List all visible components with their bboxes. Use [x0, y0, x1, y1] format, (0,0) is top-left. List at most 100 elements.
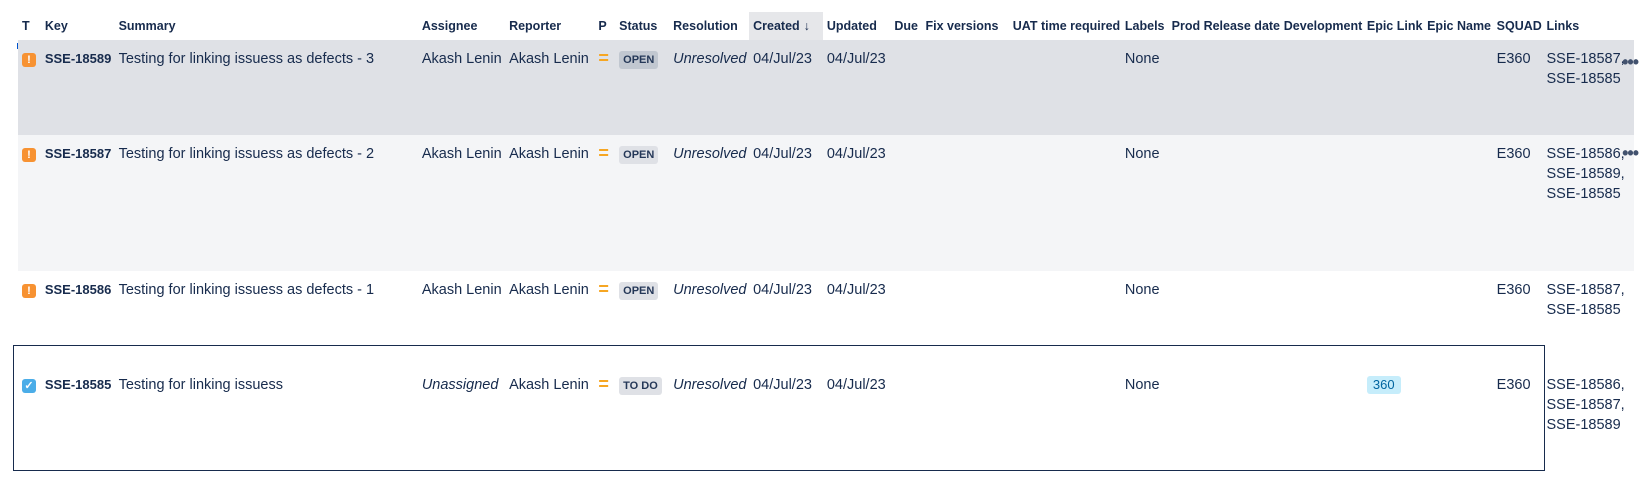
col-header-key[interactable]: Key: [41, 12, 115, 40]
development-cell: [1279, 366, 1363, 479]
links-cell[interactable]: SSE-18586, SSE-18587, SSE-18589: [1542, 366, 1634, 479]
labels-cell: None: [1120, 271, 1168, 366]
issue-key-link[interactable]: SSE-18585: [40, 366, 115, 479]
col-header-priority[interactable]: P: [594, 12, 615, 40]
labels-cell: None: [1120, 40, 1168, 135]
priority-medium-icon: =: [598, 48, 609, 68]
links-text[interactable]: SSE-18587, SSE-18585: [1547, 282, 1625, 318]
bug-icon: !: [22, 284, 36, 298]
updated-cell: 04/Jul/23: [822, 135, 891, 271]
development-cell: [1279, 40, 1363, 135]
assignee-cell: Akash Lenin: [417, 271, 506, 366]
created-cell: 04/Jul/23: [749, 271, 823, 366]
bug-icon: !: [22, 53, 36, 67]
resolution-cell: Unresolved: [669, 40, 750, 135]
links-text[interactable]: SSE-18586, SSE-18589, SSE-18585: [1547, 146, 1625, 202]
col-header-summary[interactable]: Summary: [115, 12, 418, 40]
col-header-squad[interactable]: SQUAD: [1493, 12, 1543, 40]
reporter-cell: Akash Lenin: [505, 135, 595, 271]
fix-versions-cell: [921, 40, 1009, 135]
epic-name-cell: [1423, 271, 1493, 366]
updated-cell: 04/Jul/23: [822, 40, 891, 135]
sort-descending-icon: ↓: [803, 19, 810, 33]
priority-medium-icon: =: [598, 374, 609, 394]
table-row[interactable]: ! SSE-18587 Testing for linking issuess …: [18, 135, 1634, 271]
col-header-fix-versions[interactable]: Fix versions: [922, 12, 1009, 40]
status-cell: OPEN: [615, 135, 670, 271]
summary-link[interactable]: Testing for linking issuess as defects -…: [114, 40, 418, 135]
epic-link-cell: [1362, 135, 1424, 271]
status-badge: OPEN: [619, 282, 659, 300]
table-row[interactable]: ! SSE-18589 Testing for linking issuess …: [18, 40, 1634, 135]
epic-link-lozenge[interactable]: 360: [1366, 376, 1401, 394]
type-cell: !: [18, 271, 41, 366]
row-actions-more-icon[interactable]: •••: [1622, 143, 1639, 164]
due-cell: [890, 271, 922, 366]
col-header-epic-link[interactable]: Epic Link: [1363, 12, 1423, 40]
created-cell: 04/Jul/23: [749, 366, 823, 479]
table-row[interactable]: ! SSE-18586 Testing for linking issuess …: [18, 271, 1634, 366]
assignee-cell: Unassigned: [417, 366, 506, 479]
prod-release-cell: [1167, 366, 1280, 479]
status-cell: OPEN: [615, 40, 670, 135]
col-header-epic-name[interactable]: Epic Name: [1423, 12, 1493, 40]
links-text[interactable]: SSE-18587, SSE-18585: [1547, 51, 1625, 87]
issue-table-container: T Key Summary Assignee Reporter P Status…: [18, 12, 1639, 479]
due-cell: [890, 135, 922, 271]
epic-link-cell: 360: [1362, 366, 1424, 479]
links-text[interactable]: SSE-18586, SSE-18587, SSE-18589: [1547, 377, 1625, 433]
fix-versions-cell: [921, 271, 1009, 366]
links-cell[interactable]: SSE-18587, SSE-18585: [1542, 271, 1634, 366]
summary-link[interactable]: Testing for linking issuess as defects -…: [114, 135, 418, 271]
prod-release-cell: [1167, 135, 1280, 271]
fix-versions-cell: [921, 135, 1009, 271]
type-cell: !: [18, 40, 41, 135]
col-header-assignee[interactable]: Assignee: [418, 12, 505, 40]
col-header-created[interactable]: Created ↓: [749, 12, 823, 40]
status-badge: OPEN: [619, 51, 659, 69]
uat-cell: [1008, 271, 1121, 366]
links-cell[interactable]: SSE-18587, SSE-18585: [1542, 40, 1634, 135]
col-header-reporter[interactable]: Reporter: [505, 12, 594, 40]
reporter-cell: Akash Lenin: [505, 271, 595, 366]
links-cell[interactable]: SSE-18586, SSE-18589, SSE-18585: [1542, 135, 1634, 271]
col-header-labels[interactable]: Labels: [1121, 12, 1168, 40]
resolution-cell: Unresolved: [669, 366, 750, 479]
summary-link[interactable]: Testing for linking issuess: [114, 366, 418, 479]
col-header-prod-release[interactable]: Prod Release date: [1168, 12, 1280, 40]
header-row: T Key Summary Assignee Reporter P Status…: [18, 12, 1634, 40]
prod-release-cell: [1167, 271, 1280, 366]
prod-release-cell: [1167, 40, 1280, 135]
status-cell: OPEN: [615, 271, 670, 366]
epic-link-cell: [1362, 271, 1424, 366]
issue-key-link[interactable]: SSE-18586: [40, 271, 115, 366]
squad-cell: E360: [1492, 40, 1543, 135]
col-header-development[interactable]: Development: [1280, 12, 1363, 40]
updated-cell: 04/Jul/23: [822, 366, 891, 479]
table-row[interactable]: ✓ SSE-18585 Testing for linking issuess …: [18, 366, 1634, 479]
type-cell: ✓: [18, 366, 41, 479]
col-header-updated[interactable]: Updated: [823, 12, 891, 40]
col-header-due[interactable]: Due: [890, 12, 921, 40]
col-header-uat-time[interactable]: UAT time required: [1009, 12, 1121, 40]
epic-name-cell: [1423, 40, 1493, 135]
row-actions-more-icon[interactable]: •••: [1622, 52, 1639, 73]
col-header-status[interactable]: Status: [615, 12, 669, 40]
priority-cell: =: [594, 271, 616, 366]
priority-medium-icon: =: [598, 143, 609, 163]
col-header-resolution[interactable]: Resolution: [669, 12, 749, 40]
assignee-cell: Akash Lenin: [417, 40, 506, 135]
updated-cell: 04/Jul/23: [822, 271, 891, 366]
created-cell: 04/Jul/23: [749, 135, 823, 271]
summary-link[interactable]: Testing for linking issuess as defects -…: [114, 271, 418, 366]
uat-cell: [1008, 135, 1121, 271]
status-badge: TO DO: [619, 377, 662, 395]
issue-key-link[interactable]: SSE-18587: [40, 135, 115, 271]
issue-key-link[interactable]: SSE-18589: [40, 40, 115, 135]
task-checkbox-icon: ✓: [22, 379, 36, 393]
due-cell: [890, 40, 922, 135]
fix-versions-cell: [921, 366, 1009, 479]
col-header-links[interactable]: Links: [1543, 12, 1634, 40]
epic-name-cell: [1423, 135, 1493, 271]
col-header-type[interactable]: T: [18, 12, 41, 40]
